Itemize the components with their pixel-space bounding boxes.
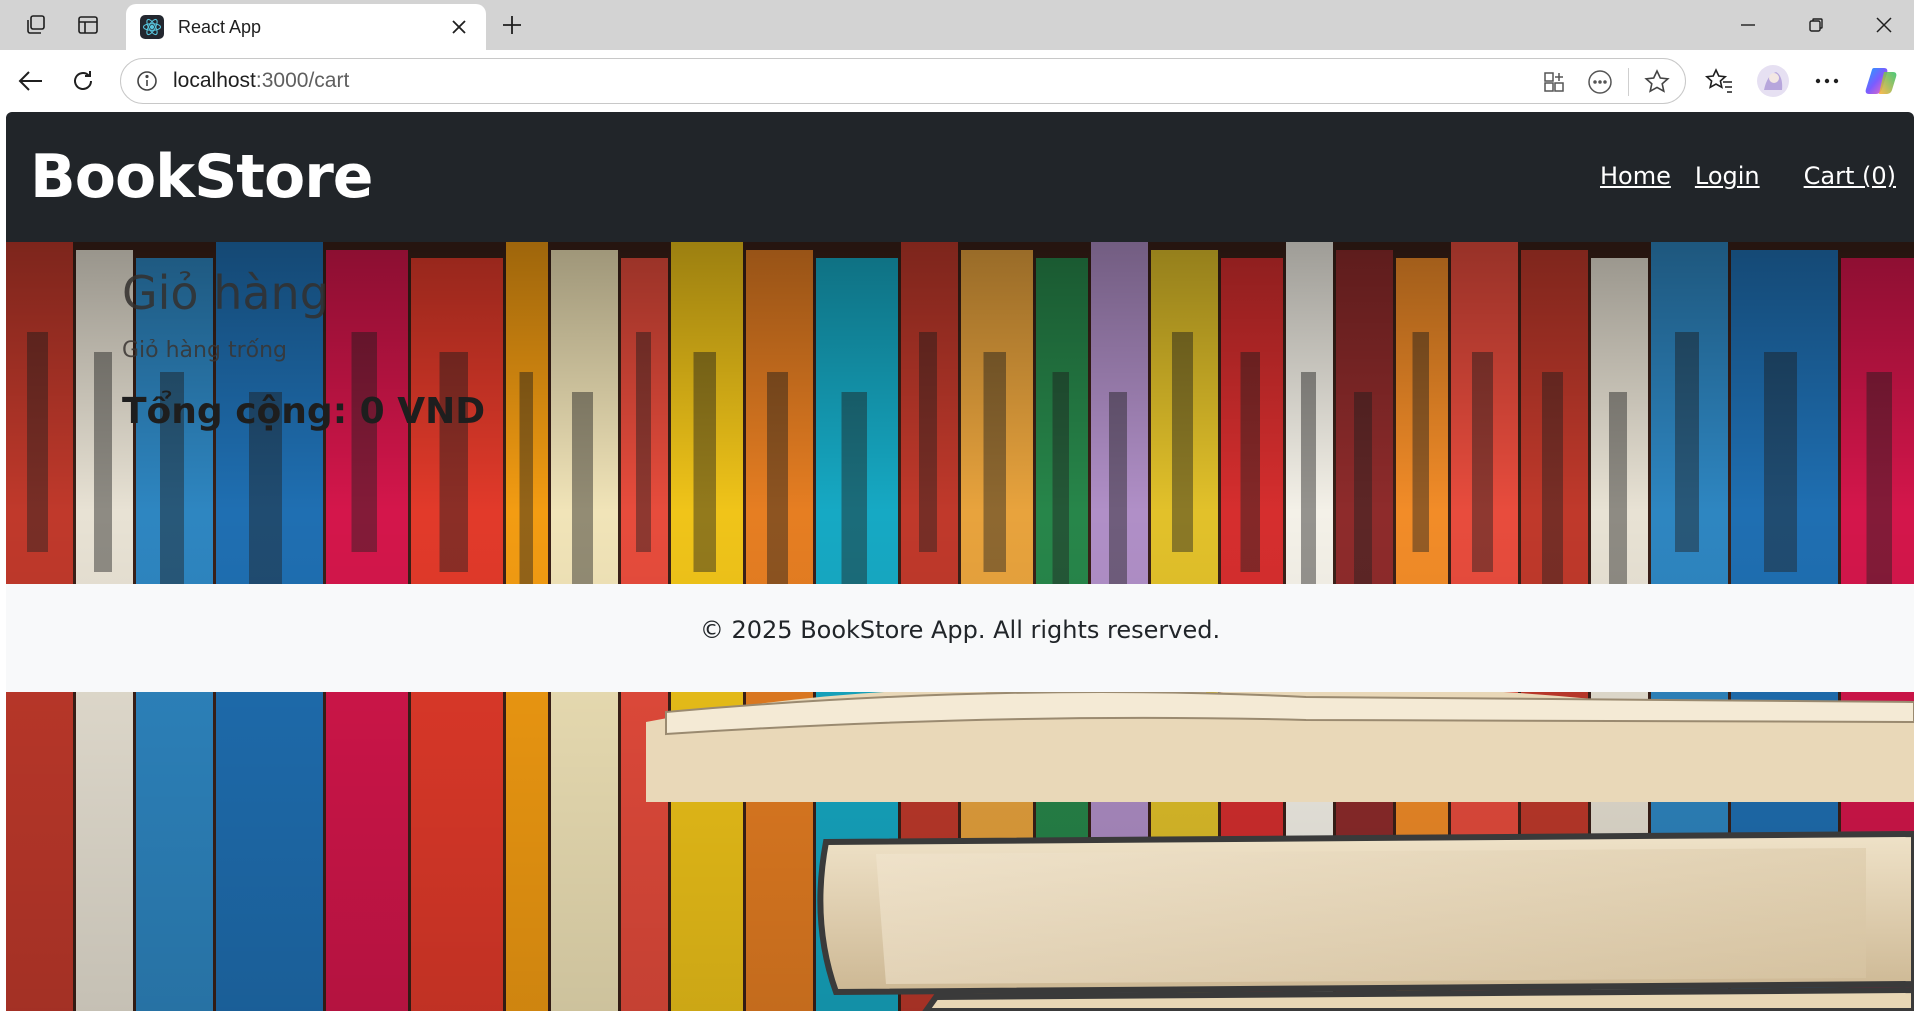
copilot-icon[interactable] bbox=[1862, 62, 1900, 100]
brand-logo[interactable]: BookStore bbox=[30, 142, 373, 212]
back-arrow-icon[interactable] bbox=[12, 62, 50, 100]
tab-actions-icon[interactable] bbox=[70, 8, 106, 42]
cart-empty-message: Giỏ hàng trống bbox=[122, 338, 287, 363]
avatar-icon[interactable] bbox=[1754, 62, 1792, 100]
refresh-icon[interactable] bbox=[64, 62, 102, 100]
plus-icon[interactable] bbox=[494, 8, 530, 42]
nav-link-login[interactable]: Login bbox=[1695, 162, 1760, 190]
active-tab[interactable]: React App bbox=[126, 4, 486, 50]
cart-total: Tổng cộng: 0 VND bbox=[122, 391, 486, 432]
react-logo-icon bbox=[140, 15, 164, 39]
restore-icon[interactable] bbox=[1786, 6, 1846, 44]
info-icon[interactable] bbox=[135, 69, 159, 93]
workspaces-icon[interactable] bbox=[18, 8, 54, 42]
minimize-icon[interactable] bbox=[1718, 6, 1778, 44]
close-icon[interactable] bbox=[1854, 6, 1914, 44]
cart-title: Giỏ hàng bbox=[122, 266, 329, 320]
ellipsis-icon[interactable] bbox=[1808, 62, 1846, 100]
web-page: BookStore Home Login Cart (0) Giỏ hàng G… bbox=[6, 112, 1914, 1011]
favorites-icon[interactable] bbox=[1700, 62, 1738, 100]
nav-link-home[interactable]: Home bbox=[1600, 162, 1671, 190]
address-bar[interactable]: localhost:3000/cart bbox=[120, 58, 1686, 104]
tab-title: React App bbox=[178, 16, 262, 37]
footer-text: © 2025 BookStore App. All rights reserve… bbox=[699, 616, 1221, 644]
apps-icon[interactable] bbox=[1536, 64, 1572, 100]
star-icon[interactable] bbox=[1639, 64, 1675, 100]
more-circle-icon[interactable] bbox=[1582, 64, 1618, 100]
separator bbox=[1628, 68, 1629, 96]
cart-section: Giỏ hàng Giỏ hàng trống Tổng cộng: 0 VND bbox=[122, 266, 485, 432]
browser-toolbar: localhost:3000/cart bbox=[0, 50, 1914, 112]
tab-strip: React App bbox=[0, 0, 1914, 50]
nav-link-cart[interactable]: Cart (0) bbox=[1804, 162, 1896, 190]
footer: © 2025 BookStore App. All rights reserve… bbox=[6, 584, 1914, 692]
url-text: localhost:3000/cart bbox=[173, 69, 350, 92]
nav-links: Home Login Cart (0) bbox=[1600, 162, 1896, 190]
close-icon[interactable] bbox=[446, 14, 472, 40]
navbar: BookStore Home Login Cart (0) bbox=[6, 112, 1914, 242]
